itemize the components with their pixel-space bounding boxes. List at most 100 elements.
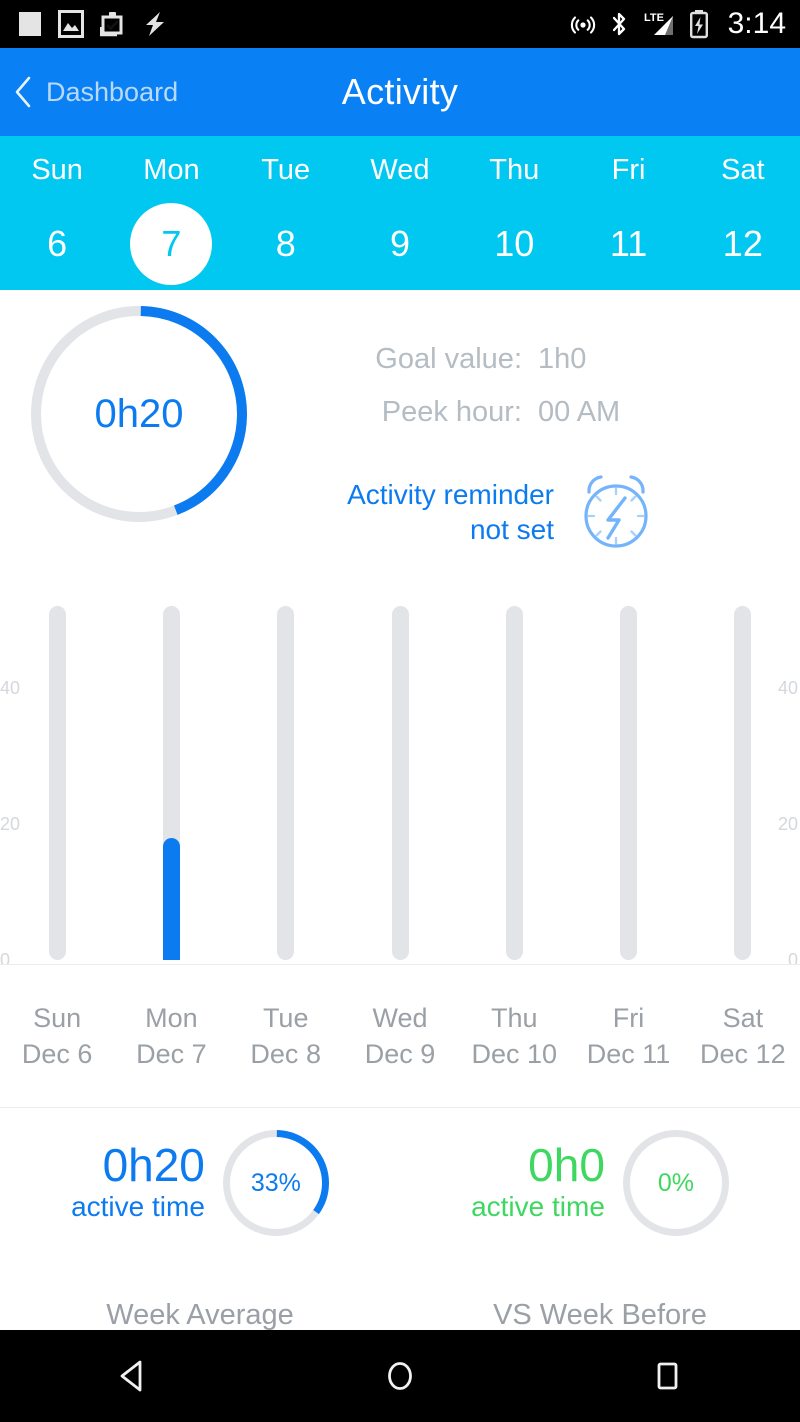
- vs-week-before-text: 0h0 active time: [471, 1140, 605, 1226]
- day-cell-name: Thu: [489, 154, 540, 186]
- status-bar-right-icons: LTE 3:14: [570, 9, 786, 39]
- photo-icon: [58, 10, 84, 38]
- chart-x-label: Sun Dec 6: [0, 1000, 114, 1073]
- chart-x-label-day: Thu: [491, 1002, 538, 1033]
- chart-x-label-date: Dec 12: [700, 1039, 786, 1069]
- day-cell-thu[interactable]: Thu 10: [457, 136, 571, 290]
- phone-screen: LTE 3:14 Dashboard Activity Sun 6 Mon 7 Tue 8…: [0, 0, 800, 1422]
- chart-x-label-date: Dec 10: [471, 1039, 558, 1069]
- chart-y-axis-tick-left: 20: [0, 814, 21, 834]
- chart-bar-track: [620, 606, 638, 960]
- daily-summary-panel: 0h20 Goal value: 1h0 Peek hour: 00 AM Activ…: [0, 290, 800, 590]
- week-average-sublabel: active time: [71, 1190, 205, 1222]
- day-cell-sun[interactable]: Sun 6: [0, 136, 114, 290]
- day-cell-number-wrap: 12: [702, 203, 784, 285]
- clipboard-check-icon: [100, 12, 123, 37]
- week-average-stat: 0h20 active time 33% Week Average: [0, 1108, 400, 1330]
- day-cell-name: Wed: [370, 154, 430, 186]
- svg-text:LTE: LTE: [644, 12, 664, 24]
- week-average-value: 0h20: [102, 1138, 205, 1191]
- vs-week-before-percent: 0%: [657, 1168, 694, 1197]
- battery-charging-icon: [689, 10, 708, 39]
- day-cell-number: 11: [609, 223, 648, 264]
- chart-x-label-date: Dec 8: [250, 1039, 321, 1069]
- chart-x-label-date: Dec 6: [21, 1039, 93, 1069]
- week-average-caption: Week Average: [106, 1299, 294, 1331]
- day-cell-name: Sat: [721, 154, 765, 186]
- weekly-activity-chart: 0 0 20 20 40 40: [0, 590, 800, 969]
- status-bar-clock: 3:14: [727, 7, 786, 40]
- summary-stat-key: Peek hour:: [381, 395, 522, 428]
- recents-square-icon: [657, 1362, 678, 1390]
- nav-back-button[interactable]: [0, 1358, 267, 1394]
- chart-y-axis-tick-right: 40: [777, 678, 798, 698]
- day-cell-number-wrap: 10: [473, 203, 555, 285]
- nav-recents-button[interactable]: [533, 1359, 800, 1393]
- day-cell-number: 12: [722, 223, 763, 264]
- nav-home-button[interactable]: [267, 1357, 534, 1395]
- summary-stat-key: Goal value:: [375, 343, 522, 375]
- chart-x-label: Fri Dec 11: [571, 1000, 685, 1073]
- chart-bar-track: [277, 606, 295, 960]
- chart-x-label: Mon Dec 7: [114, 1000, 228, 1073]
- day-cell-sat[interactable]: Sat 12: [686, 136, 800, 290]
- lte-signal-icon: LTE: [644, 12, 673, 35]
- cast-icon: [570, 16, 595, 34]
- activity-reminder-button[interactable]: Activity reminder not set: [300, 468, 660, 556]
- chart-plot-area: 0 0 20 20 40 40: [0, 590, 800, 969]
- chart-x-label-day: Sun: [33, 1002, 82, 1033]
- day-cell-fri[interactable]: Fri 11: [571, 136, 685, 290]
- chart-x-label-day: Tue: [262, 1002, 309, 1033]
- week-average-text: 0h20 active time: [71, 1138, 205, 1226]
- status-bar: LTE 3:14: [0, 0, 800, 48]
- summary-stat-value: 1h0: [538, 343, 587, 375]
- chart-x-label: Thu Dec 10: [457, 1000, 571, 1073]
- day-cell-name: Sun: [31, 154, 83, 186]
- chart-x-label-date: Dec 7: [136, 1039, 207, 1069]
- chart-x-label: Sat Dec 12: [686, 1000, 800, 1073]
- chart-bar-track: [48, 606, 66, 960]
- blank-document-icon: [19, 12, 41, 36]
- chart-y-axis-tick-left: 40: [0, 678, 21, 698]
- day-cell-name: Mon: [143, 154, 200, 186]
- vs-week-before-stat: 0h0 active time 0% VS Week Before: [400, 1108, 800, 1330]
- summary-stat-row: Peek hour: 00 AM: [330, 395, 670, 430]
- chart-x-label: Tue Dec 8: [229, 1000, 343, 1073]
- activity-reminder-label: Activity reminder not set: [347, 477, 554, 547]
- day-cell-number-wrap: 11: [588, 203, 670, 285]
- chart-x-label-day: Fri: [612, 1002, 645, 1033]
- week-average-main: 0h20 active time 33%: [0, 1130, 400, 1236]
- day-cell-number: 7: [161, 223, 182, 264]
- chart-x-label-day: Mon: [145, 1002, 198, 1033]
- home-circle-icon: [388, 1362, 412, 1390]
- day-cell-number-wrap: 7: [130, 203, 213, 285]
- android-navigation-bar: [0, 1330, 800, 1422]
- status-bar-left-icons: [18, 10, 166, 38]
- day-cell-name: Tue: [261, 154, 311, 186]
- chart-bar-track: [391, 606, 409, 960]
- bluetooth-icon: [612, 12, 625, 36]
- summary-stat-row: Goal value: 1h0: [330, 342, 670, 377]
- day-cell-wed[interactable]: Wed 9: [343, 136, 457, 290]
- chart-bar-fill: [162, 837, 180, 960]
- week-average-ring: 33%: [222, 1130, 329, 1236]
- chart-x-label: Wed Dec 9: [343, 1000, 457, 1073]
- daily-activity-ring-value: 0h20: [94, 392, 184, 436]
- day-selector-strip[interactable]: Sun 6 Mon 7 Tue 8 Wed 9 Thu 10 Fri 11 Sat 12: [0, 136, 800, 290]
- day-cell-number: 9: [389, 223, 410, 264]
- alarm-clock-icon: [584, 475, 648, 548]
- day-cell-tue[interactable]: Tue 8: [229, 136, 343, 290]
- chart-bar-track: [505, 606, 523, 960]
- lightning-bolt-icon: [146, 12, 164, 36]
- day-cell-number-wrap: 8: [245, 203, 327, 285]
- summary-stats-list: Goal value: 1h0 Peek hour: 00 AM: [330, 342, 670, 448]
- day-cell-number-wrap: 9: [359, 203, 441, 285]
- vs-week-before-main: 0h0 active time 0%: [400, 1130, 800, 1236]
- day-cell-number: 10: [494, 223, 535, 264]
- chart-x-label-date: Dec 11: [586, 1039, 671, 1069]
- day-cell-mon[interactable]: Mon 7: [114, 136, 228, 290]
- day-cell-name: Fri: [611, 154, 646, 186]
- day-cell-number: 6: [47, 223, 68, 264]
- chart-y-axis-tick-right: 20: [777, 814, 798, 834]
- chart-bar-track: [734, 606, 752, 960]
